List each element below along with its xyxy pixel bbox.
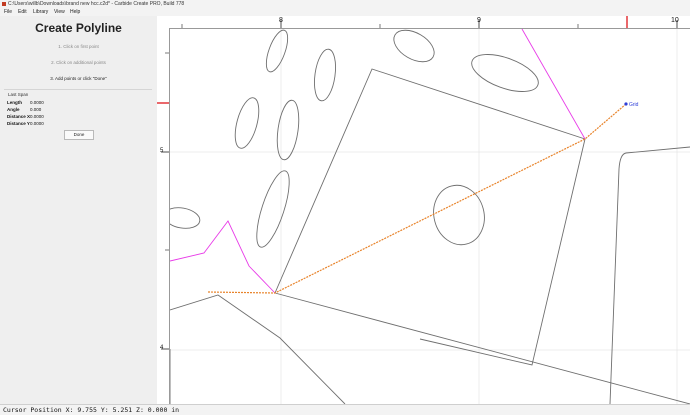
angle-value: 0.000 (30, 107, 42, 112)
angle-label: Angle (7, 107, 20, 112)
status-bar: Cursor Position X: 9.755 Y: 5.251 Z: 0.0… (0, 404, 690, 415)
tool-panel: Create Polyline 1. Click on first point … (0, 16, 158, 404)
divider (4, 89, 152, 90)
geometry (170, 29, 690, 404)
top-ruler: 8 9 10 (157, 16, 690, 29)
distance-x-label: Distance X (7, 114, 31, 119)
ruler-label-5: 5 (160, 148, 164, 154)
app-icon (2, 2, 6, 6)
magenta-polyline (521, 29, 586, 140)
rectangle-outline (274, 68, 586, 366)
outline-segment (609, 146, 690, 404)
hole-ellipse (471, 54, 539, 92)
length-label: Length (7, 100, 22, 105)
outline-segment (170, 294, 346, 404)
left-ruler: 5 4 (157, 28, 170, 404)
menu-help[interactable]: Help (70, 8, 80, 16)
ruler-label-10: 10 (671, 17, 679, 24)
hole-ellipse (234, 97, 260, 149)
done-button[interactable]: Done (64, 130, 94, 140)
canvas-drawing: Grid (170, 29, 690, 404)
menu-bar: File Edit Library View Help (0, 8, 690, 16)
ruler-label-8: 8 (279, 17, 283, 24)
last-span-label: Last Span (8, 92, 29, 97)
window-title: C:\Users\willb\Downloads\brand new hcc.c… (8, 1, 185, 7)
hole-ellipse (170, 207, 201, 229)
menu-library[interactable]: Library (33, 8, 48, 16)
menu-edit[interactable]: Edit (18, 8, 27, 16)
length-value: 0.0000 (30, 100, 44, 105)
title-bar: C:\Users\willb\Downloads\brand new hcc.c… (0, 0, 690, 8)
ruler-label-4: 4 (160, 345, 164, 351)
step-2: 2. Click on additional points (51, 60, 106, 65)
menu-file[interactable]: File (4, 8, 12, 16)
draft-polyline (207, 103, 627, 294)
outline-segment (274, 292, 690, 404)
distance-x-value: 0.0000 (30, 114, 44, 119)
grid-snap-label: Grid (629, 102, 639, 108)
distance-y-value: 0.0000 (30, 121, 44, 126)
menu-view[interactable]: View (54, 8, 65, 16)
magenta-polyline (170, 220, 276, 294)
step-1: 1. Click on first point (58, 44, 99, 49)
hole-ellipse (393, 29, 435, 63)
ruler-label-9: 9 (477, 17, 481, 24)
hole-ellipse (256, 170, 290, 248)
snap-point-icon (624, 102, 628, 106)
top-ruler-ticks (181, 16, 678, 28)
distance-y-label: Distance Y (7, 121, 30, 126)
hole-ellipse (314, 48, 336, 102)
draft-segment (207, 103, 627, 294)
step-3: 3. Add points or click "Done" (50, 76, 107, 81)
panel-title: Create Polyline (35, 21, 122, 35)
magenta-lines (170, 29, 586, 294)
hole-ellipse (265, 29, 289, 73)
design-canvas[interactable]: Grid (170, 29, 690, 404)
